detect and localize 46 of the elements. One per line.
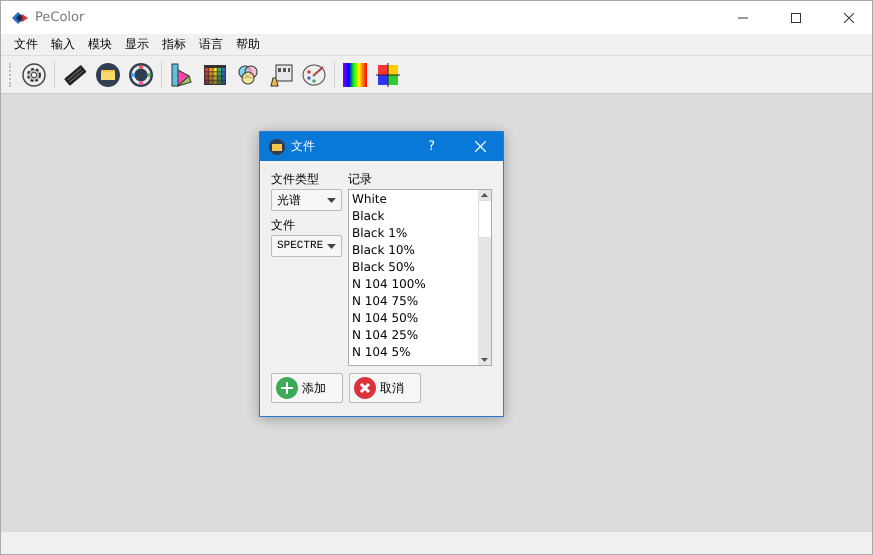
menu-item[interactable]: 文件 — [7, 36, 44, 53]
menu-item[interactable]: 指标 — [155, 36, 192, 53]
palette-icon[interactable] — [301, 62, 327, 88]
app-logo-icon — [12, 12, 28, 24]
scrollbar[interactable] — [478, 190, 491, 365]
menu-item[interactable]: 帮助 — [229, 36, 266, 53]
file-label: 文件 — [271, 217, 296, 234]
file-type-label: 文件类型 — [271, 171, 320, 188]
menu-item[interactable]: 模块 — [81, 36, 118, 53]
cancel-button[interactable]: 取消 — [349, 373, 421, 403]
color-ring-icon[interactable] — [128, 62, 154, 88]
record-item[interactable]: Black — [352, 208, 475, 225]
maximize-icon[interactable] — [791, 12, 801, 22]
record-item[interactable]: Black 50% — [352, 259, 475, 276]
records-label: 记录 — [348, 171, 373, 188]
caret-icon — [327, 198, 336, 202]
record-item[interactable]: N 104 50% — [352, 310, 475, 327]
record-item[interactable]: N 104 5% — [352, 344, 475, 361]
record-item[interactable]: White — [352, 191, 475, 208]
menu-item[interactable]: 显示 — [118, 36, 155, 53]
caret-icon — [327, 244, 336, 248]
file-dropdown[interactable]: SPECTRE — [271, 235, 342, 257]
record-item[interactable]: N 104 75% — [352, 293, 475, 310]
help-button[interactable]: ? — [428, 139, 435, 154]
file-type-dropdown[interactable]: 光谱 — [271, 189, 342, 211]
menu-item[interactable]: 输入 — [44, 36, 81, 53]
window-title: PeColor — [35, 10, 84, 25]
dialog-title: 文件 — [291, 138, 315, 155]
record-item[interactable]: Black 10% — [352, 242, 475, 259]
plus-icon — [276, 377, 298, 399]
record-item[interactable]: Black 1% — [352, 225, 475, 242]
settings-icon[interactable] — [21, 62, 47, 88]
scroll-down-icon[interactable] — [481, 358, 488, 362]
folder-icon — [269, 138, 285, 154]
close-icon[interactable] — [844, 12, 854, 22]
cross-icon — [354, 377, 376, 399]
menu-item[interactable]: 语言 — [192, 36, 229, 53]
folder-icon[interactable] — [95, 62, 121, 88]
scroll-up-icon[interactable] — [481, 193, 488, 197]
record-item[interactable]: N 104 25% — [352, 327, 475, 344]
spectrum-icon[interactable] — [342, 62, 368, 88]
add-button[interactable]: 添加 — [271, 373, 343, 403]
scrollbar-thumb[interactable] — [478, 200, 491, 238]
lab-instrument-icon[interactable] — [268, 62, 294, 88]
color-cross-icon[interactable] — [375, 62, 401, 88]
record-item[interactable]: N 104 100% — [352, 276, 475, 293]
